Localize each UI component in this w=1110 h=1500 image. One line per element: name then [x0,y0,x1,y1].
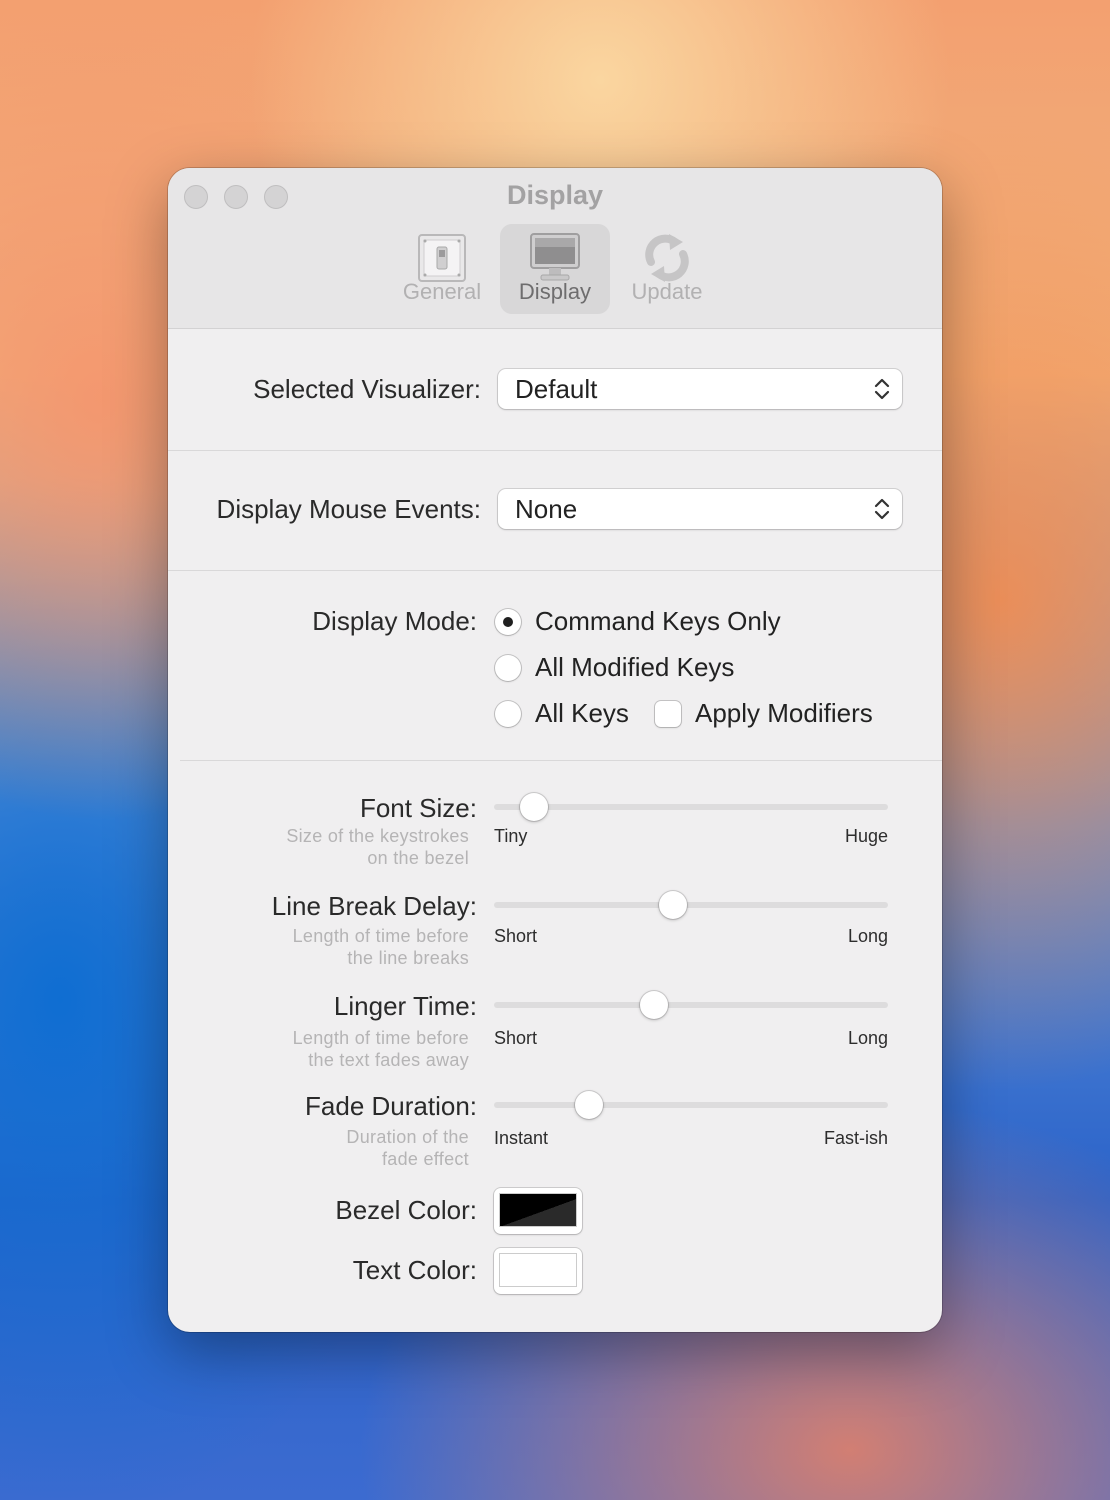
option-command-keys-only[interactable]: Command Keys Only [535,606,781,637]
mouse-events-label: Display Mouse Events: [216,494,481,524]
bezel-color-well[interactable] [494,1188,582,1234]
linger-time-desc-2: the text fades away [308,1050,469,1070]
refresh-icon [645,234,689,282]
font-size-slider[interactable] [494,804,888,810]
window-title: Display [506,180,604,210]
line-break-delay-desc-1: Length of time before [292,926,469,946]
divider [168,450,942,451]
fade-duration-max-label: Fast-ish [823,1128,888,1148]
line-break-delay-min-label: Short [494,926,538,946]
text-color-well[interactable] [494,1248,582,1294]
line-break-delay-slider-knob[interactable] [658,891,687,919]
font-size-min-label: Tiny [494,826,528,846]
font-size-desc-2: on the bezel [367,848,469,868]
line-break-delay-slider[interactable] [494,902,888,908]
mouse-events-value: None [515,494,578,524]
linger-time-desc-1: Length of time before [292,1028,469,1048]
apply-modifiers-label[interactable]: Apply Modifiers [695,698,873,729]
chevron-updown-icon [874,498,890,520]
fade-duration-slider-knob[interactable] [574,1091,603,1119]
bezel-color-label: Bezel Color: [335,1195,477,1225]
chevron-updown-icon [874,378,890,400]
visualizer-popup[interactable]: Default [498,369,902,409]
radio-command-keys-only[interactable] [495,609,521,635]
radio-selected-dot [503,617,513,627]
text-color-label: Text Color: [352,1255,477,1285]
linger-time-slider-knob[interactable] [640,991,669,1019]
font-size-slider-knob[interactable] [519,793,548,821]
font-size-label: Font Size: [359,793,477,823]
tab-general[interactable]: General [387,224,497,314]
font-size-max-label: Huge [844,826,888,846]
monitor-icon [530,233,580,281]
text-color-swatch [500,1254,576,1286]
line-break-delay-desc-2: the line breaks [347,948,469,968]
linger-time-min-label: Short [494,1028,538,1048]
fade-duration-min-label: Instant [494,1128,549,1148]
linger-time-max-label: Long [847,1028,888,1048]
option-all-modified-keys[interactable]: All Modified Keys [535,652,734,683]
visualizer-label: Selected Visualizer: [253,374,481,404]
line-break-delay-max-label: Long [847,926,888,946]
mouse-events-popup[interactable]: None [498,489,902,529]
radio-all-keys[interactable] [495,701,521,727]
switch-icon [418,234,466,282]
linger-time-label: Linger Time: [333,991,477,1021]
divider [168,570,942,571]
fade-duration-label: Fade Duration: [305,1091,477,1121]
tab-display[interactable]: Display [500,224,610,314]
apply-modifiers-checkbox[interactable] [655,701,681,727]
font-size-desc-1: Size of the keystrokes [286,826,469,846]
tab-update[interactable]: Update [612,224,722,314]
linger-time-slider[interactable] [494,1002,888,1008]
fade-duration-slider[interactable] [494,1102,888,1108]
radio-all-modified-keys[interactable] [495,655,521,681]
display-mode-label: Display Mode: [312,606,477,636]
tab-display-label: Display [518,279,592,304]
divider [180,760,942,761]
fade-duration-desc-1: Duration of the [346,1127,469,1147]
line-break-delay-label: Line Break Delay: [271,891,477,921]
bezel-color-swatch [500,1194,576,1226]
preferences-window: Display General Display Update Selected … [168,168,942,1332]
tab-update-label: Update [631,279,703,304]
tab-general-label: General [402,279,482,304]
visualizer-value: Default [515,374,598,404]
option-all-keys[interactable]: All Keys [535,698,629,729]
fade-duration-desc-2: fade effect [381,1149,469,1169]
title-bar: Display General Display Update [168,168,942,329]
